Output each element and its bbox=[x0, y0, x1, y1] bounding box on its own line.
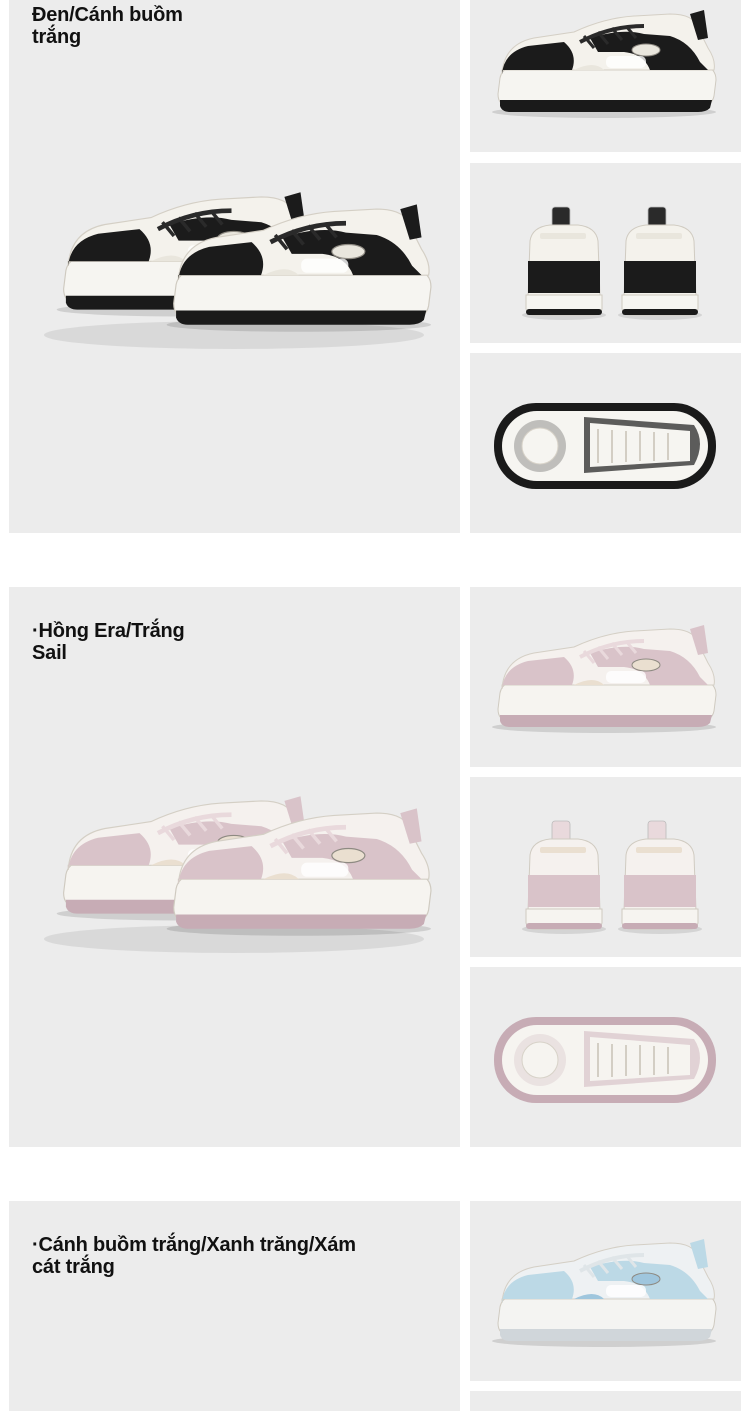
sneaker-side-view-image-1 bbox=[492, 10, 717, 118]
colorway-caption-2: ·Hồng Era/Trắng Sail bbox=[32, 620, 185, 664]
side-view-panel-2 bbox=[470, 587, 741, 767]
back-view-panel-1 bbox=[470, 163, 741, 343]
colorway-caption-1: Đen/Cánh buồm trắng bbox=[32, 4, 183, 48]
sneaker-pair-image-1 bbox=[44, 192, 432, 349]
sole-view-panel-2 bbox=[470, 967, 741, 1147]
sneaker-pair-image-2 bbox=[44, 796, 432, 953]
side-view-panel-1 bbox=[470, 0, 741, 152]
back-view-panel-3 bbox=[470, 1391, 741, 1411]
side-view-panel-3 bbox=[470, 1201, 741, 1381]
sneaker-side-view-image-3 bbox=[492, 1239, 717, 1347]
sneaker-side-view-image-2 bbox=[492, 625, 717, 733]
colorway-caption-3: ·Cánh buồm trắng/Xanh trăng/Xám cát trắn… bbox=[32, 1234, 356, 1278]
main-photo-panel-3: ·Cánh buồm trắng/Xanh trăng/Xám cát trắn… bbox=[9, 1201, 460, 1411]
sneaker-back-view-image-1 bbox=[522, 206, 702, 320]
sneaker-sole-view-image-1 bbox=[494, 403, 716, 489]
main-photo-panel-1: Đen/Cánh buồm trắng bbox=[9, 0, 460, 533]
sneaker-back-view-image-2 bbox=[522, 820, 702, 934]
sole-view-panel-1 bbox=[470, 353, 741, 533]
sneaker-sole-view-image-2 bbox=[494, 1017, 716, 1103]
main-photo-panel-2: ·Hồng Era/Trắng Sail bbox=[9, 587, 460, 1147]
back-view-panel-2 bbox=[470, 777, 741, 957]
